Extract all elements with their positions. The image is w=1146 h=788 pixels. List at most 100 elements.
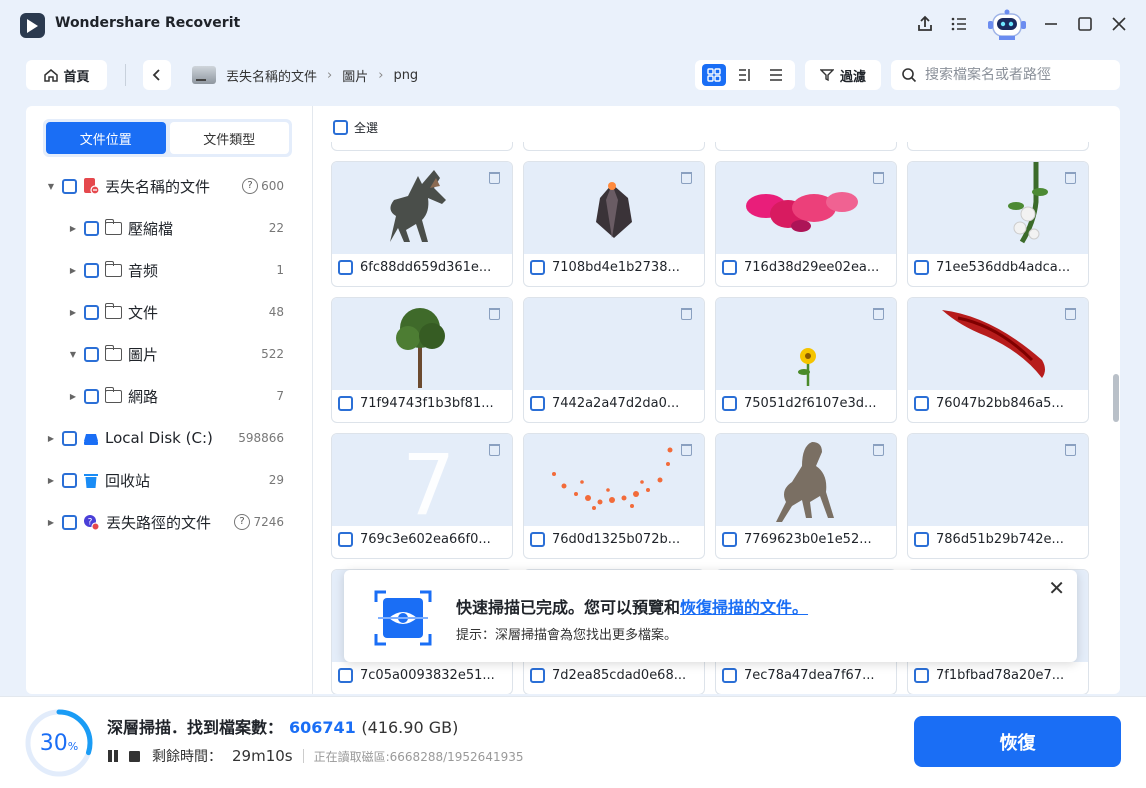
file-thumbnail[interactable] xyxy=(716,298,896,390)
caret-right-icon[interactable]: ▶ xyxy=(68,224,78,233)
file-name: 786d51b29b742e... xyxy=(936,532,1064,547)
file-card[interactable]: 75051d2f6107e3d... xyxy=(715,297,897,423)
file-checkbox[interactable] xyxy=(722,532,737,547)
file-checkbox[interactable] xyxy=(722,396,737,411)
tree-checkbox[interactable] xyxy=(84,388,99,404)
caret-right-icon[interactable]: ▶ xyxy=(68,392,78,401)
file-card[interactable]: 7 769c3e602ea66f0... xyxy=(331,433,513,559)
file-thumbnail[interactable] xyxy=(524,434,704,526)
list-view-button[interactable] xyxy=(764,64,788,86)
recover-scanned-link[interactable]: 恢復掃描的文件。 xyxy=(680,598,808,617)
stop-icon[interactable] xyxy=(129,750,140,762)
tree-checkbox[interactable] xyxy=(84,346,99,362)
file-name: 76d0d1325b072b... xyxy=(552,532,681,547)
tab-file-type[interactable]: 文件類型 xyxy=(169,122,289,154)
file-thumbnail[interactable] xyxy=(716,162,896,254)
caret-down-icon[interactable]: ▼ xyxy=(46,182,56,191)
maximize-icon[interactable] xyxy=(1074,14,1096,36)
breadcrumb-item[interactable]: 圖片 xyxy=(342,66,368,85)
detail-view-button[interactable] xyxy=(733,64,757,86)
file-card[interactable]: 7769623b0e1e52... xyxy=(715,433,897,559)
tree-item-lost-path-files[interactable]: ▶ ? 丟失路徑的文件 ? 7246 xyxy=(26,508,313,536)
file-thumbnail[interactable] xyxy=(908,162,1088,254)
file-checkbox[interactable] xyxy=(914,668,929,683)
tree-item-audio[interactable]: ▶ 音频 1 xyxy=(26,256,313,284)
tree-checkbox[interactable] xyxy=(62,514,77,530)
caret-right-icon[interactable]: ▶ xyxy=(68,266,78,275)
caret-right-icon[interactable]: ▶ xyxy=(68,308,78,317)
close-icon[interactable]: ✕ xyxy=(1048,576,1065,600)
file-card[interactable]: 76d0d1325b072b... xyxy=(523,433,705,559)
recover-button[interactable]: 恢復 xyxy=(914,716,1121,767)
file-card[interactable]: 7442a2a47d2da0... xyxy=(523,297,705,423)
caret-down-icon[interactable]: ▼ xyxy=(68,350,78,359)
grid-view-button[interactable] xyxy=(702,64,727,86)
tree-item-archives[interactable]: ▶ 壓縮檔 22 xyxy=(26,214,313,242)
tree-item-documents[interactable]: ▶ 文件 48 xyxy=(26,298,313,326)
file-card[interactable]: 7108bd4e1b2738... xyxy=(523,161,705,287)
file-checkbox[interactable] xyxy=(338,260,353,275)
select-all-checkbox[interactable] xyxy=(333,120,348,135)
vertical-scrollbar[interactable] xyxy=(1113,374,1119,422)
tree-item-recycle-bin[interactable]: ▶ 回收站 29 xyxy=(26,466,313,494)
tree-item-local-disk[interactable]: ▶ Local Disk (C:) 598866 xyxy=(26,424,313,452)
file-thumbnail[interactable] xyxy=(332,162,512,254)
file-thumbnail[interactable] xyxy=(332,298,512,390)
file-card[interactable]: 71ee536ddb4adca... xyxy=(907,161,1089,287)
tab-file-location[interactable]: 文件位置 xyxy=(46,122,166,154)
menu-list-icon[interactable] xyxy=(948,14,970,36)
tree-checkbox[interactable] xyxy=(62,430,77,446)
tree-checkbox[interactable] xyxy=(84,304,99,320)
file-thumbnail[interactable]: 7 xyxy=(332,434,512,534)
file-checkbox[interactable] xyxy=(914,532,929,547)
file-thumbnail[interactable] xyxy=(524,298,704,390)
breadcrumb-item[interactable]: 丟失名稱的文件 xyxy=(226,66,317,85)
tree-checkbox[interactable] xyxy=(84,220,99,236)
pause-icon[interactable] xyxy=(107,750,119,762)
file-card[interactable]: 6fc88dd659d361e... xyxy=(331,161,513,287)
file-card[interactable]: 716d38d29ee02ea... xyxy=(715,161,897,287)
file-checkbox[interactable] xyxy=(722,668,737,683)
filter-button[interactable]: 過濾 xyxy=(805,60,881,90)
file-checkbox[interactable] xyxy=(530,260,545,275)
tree-checkbox[interactable] xyxy=(84,262,99,278)
file-card[interactable]: 76047b2bb846a5... xyxy=(907,297,1089,423)
tree-checkbox[interactable] xyxy=(62,472,77,488)
file-name-row: 71f94743f1b3bf81... xyxy=(338,396,494,411)
file-thumbnail[interactable] xyxy=(908,434,1088,526)
file-thumbnail[interactable] xyxy=(524,162,704,254)
tree-item-pictures[interactable]: ▼ 圖片 522 xyxy=(26,340,313,368)
scan-controls: 剩餘時間： 29m10s 正在讀取磁區:6668288/1952641935 xyxy=(107,746,524,766)
file-checkbox[interactable] xyxy=(338,396,353,411)
file-checkbox[interactable] xyxy=(722,260,737,275)
export-icon[interactable] xyxy=(914,14,936,36)
minimize-icon[interactable] xyxy=(1040,14,1062,36)
file-checkbox[interactable] xyxy=(530,668,545,683)
close-icon[interactable] xyxy=(1108,14,1130,36)
tree-item-lost-name-files[interactable]: ▼ 丟失名稱的文件 ? 600 xyxy=(26,172,313,200)
tree-checkbox[interactable] xyxy=(62,178,77,194)
file-card[interactable]: 71f94743f1b3bf81... xyxy=(331,297,513,423)
home-button[interactable]: 首頁 xyxy=(26,60,107,90)
back-button[interactable] xyxy=(143,60,171,90)
file-checkbox[interactable] xyxy=(914,260,929,275)
file-thumbnail[interactable] xyxy=(908,298,1088,390)
caret-right-icon[interactable]: ▶ xyxy=(46,434,56,443)
search-input[interactable] xyxy=(925,67,1115,83)
assistant-robot-icon[interactable] xyxy=(985,8,1029,42)
file-name-row: 71ee536ddb4adca... xyxy=(914,260,1070,275)
file-checkbox[interactable] xyxy=(338,532,353,547)
file-checkbox[interactable] xyxy=(530,396,545,411)
select-all[interactable]: 全選 xyxy=(333,119,378,136)
file-checkbox[interactable] xyxy=(914,396,929,411)
file-checkbox[interactable] xyxy=(338,668,353,683)
caret-right-icon[interactable]: ▶ xyxy=(46,518,56,527)
file-checkbox[interactable] xyxy=(530,532,545,547)
file-thumbnail[interactable] xyxy=(716,434,896,526)
caret-right-icon[interactable]: ▶ xyxy=(46,476,56,485)
breadcrumb-item[interactable]: png xyxy=(393,68,418,83)
help-icon[interactable]: ? xyxy=(242,178,258,194)
file-card[interactable]: 786d51b29b742e... xyxy=(907,433,1089,559)
tree-item-network[interactable]: ▶ 網路 7 xyxy=(26,382,313,410)
help-icon[interactable]: ? xyxy=(234,514,250,530)
